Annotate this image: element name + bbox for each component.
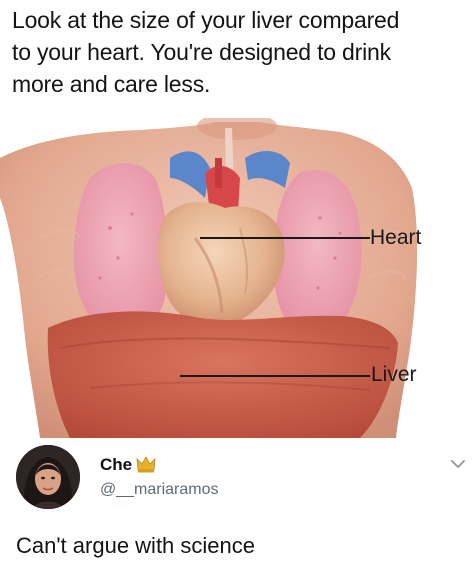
avatar[interactable] <box>16 445 80 509</box>
heart-label: Heart <box>370 226 422 249</box>
caption-line-2: to your heart. You're designed to drink <box>12 39 391 65</box>
caption-line-3: more and care less. <box>12 71 211 97</box>
tweet-text: Can't argue with science <box>16 533 255 558</box>
caption-line-1: Look at the size of your liver compared <box>12 7 400 33</box>
liver-label: Liver <box>371 363 417 386</box>
anatomy-illustration <box>0 118 474 438</box>
left-lung <box>73 163 168 335</box>
author-handle[interactable]: @__mariaramos <box>100 481 219 499</box>
right-lung <box>273 169 362 331</box>
author-display-name[interactable]: Che <box>100 455 132 475</box>
chevron-down-icon[interactable] <box>450 457 466 469</box>
meme-caption: Look at the size of your liver compared … <box>12 4 464 100</box>
avatar-image <box>16 445 80 509</box>
liver-organ <box>47 311 399 438</box>
crown-icon <box>136 455 156 473</box>
tweet-author: Che @__mariaramos <box>16 445 466 515</box>
torso-anatomy-image <box>0 118 474 438</box>
